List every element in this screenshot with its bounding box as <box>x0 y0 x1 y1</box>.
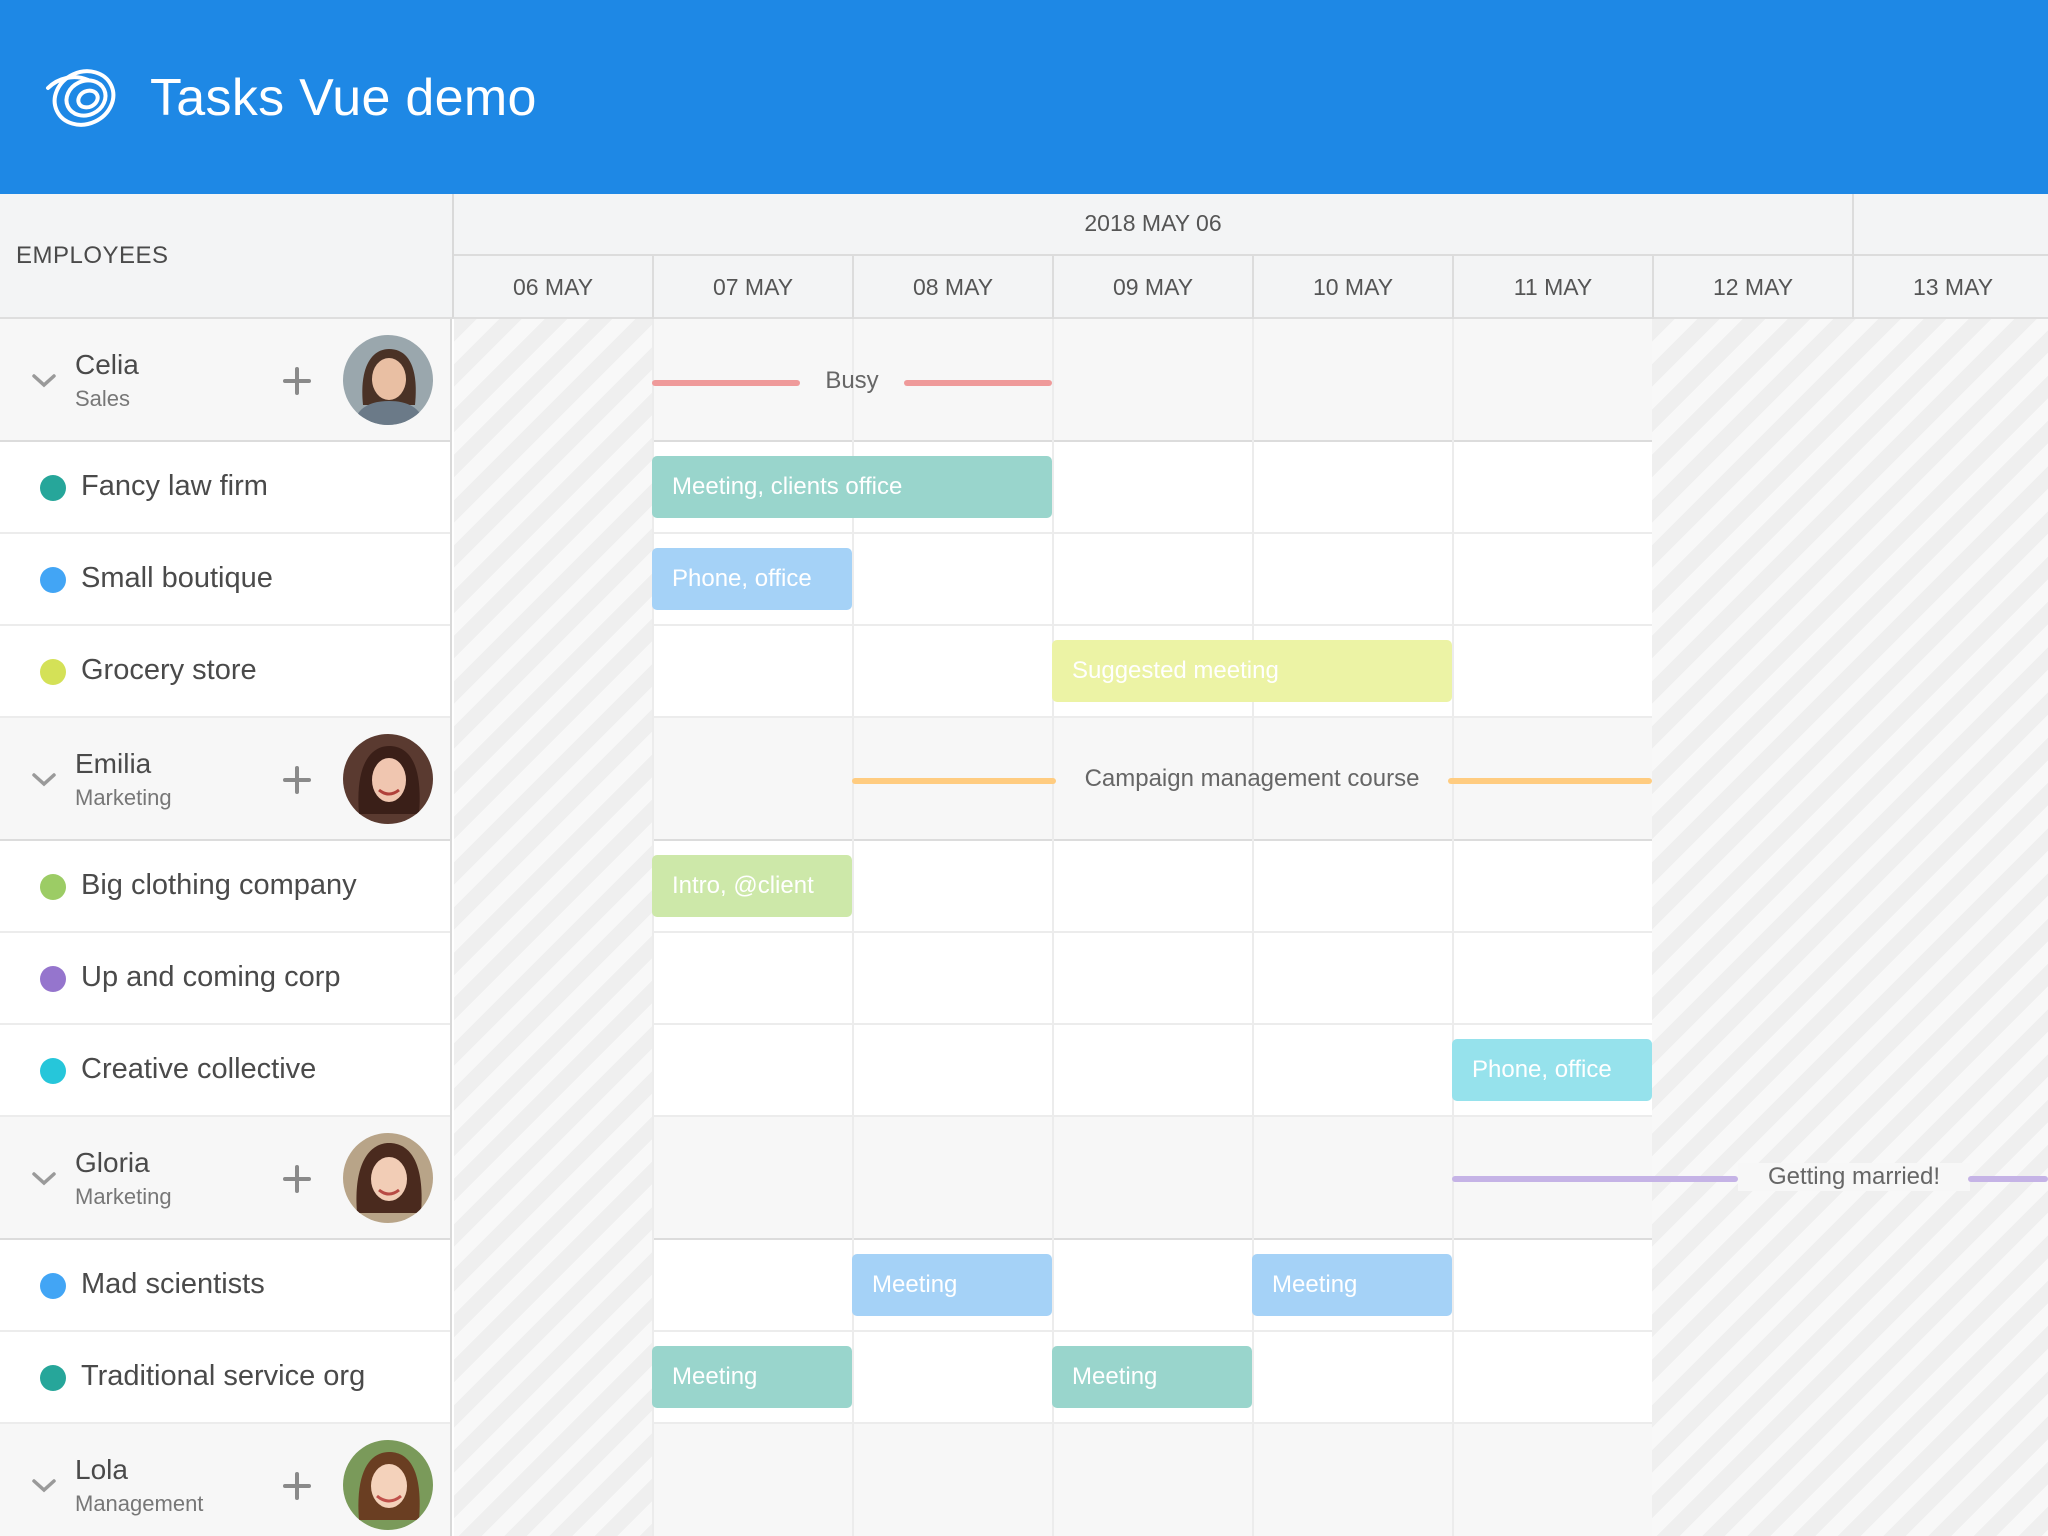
event-suggested-meeting[interactable]: Suggested meeting <box>1052 640 1452 702</box>
app-header: Tasks Vue demo <box>0 0 2048 194</box>
day-header-13[interactable]: 13 MAY <box>1854 256 2048 319</box>
event-phone-office[interactable]: Phone, office <box>652 548 852 610</box>
resource-color-dot <box>40 659 66 685</box>
busy-banner-line[interactable] <box>652 380 800 386</box>
timeline-grid: Busy Meeting, clients office Phone, offi… <box>454 319 2048 1536</box>
timeline-header: 2018 MAY 06 06 MAY 07 MAY 08 MAY 09 MAY … <box>452 194 2048 319</box>
employee-name: Gloria <box>75 1147 150 1178</box>
add-task-icon[interactable] <box>282 1164 312 1194</box>
weekend-shading <box>454 319 652 1536</box>
app-title: Tasks Vue demo <box>150 69 537 127</box>
day-header-row: 06 MAY 07 MAY 08 MAY 09 MAY 10 MAY 11 MA… <box>454 254 2048 319</box>
resource-name: Small boutique <box>81 562 273 594</box>
employee-row-lola[interactable]: Lola Management <box>0 1424 450 1536</box>
event-phone-office[interactable]: Phone, office <box>1452 1039 1652 1101</box>
employee-name: Emilia <box>75 748 152 779</box>
resource-color-dot <box>40 874 66 900</box>
chevron-down-icon[interactable] <box>30 1169 58 1189</box>
employee-role: Sales <box>75 386 131 411</box>
employee-role: Marketing <box>75 1184 172 1209</box>
resource-name: Up and coming corp <box>81 961 341 993</box>
employee-name: Lola <box>75 1454 128 1485</box>
week-label: 2018 MAY 06 <box>1084 210 1222 236</box>
resource-color-dot <box>40 567 66 593</box>
day-header-07[interactable]: 07 MAY <box>654 256 854 319</box>
chevron-down-icon[interactable] <box>30 1476 58 1496</box>
resource-color-dot <box>40 1273 66 1299</box>
resource-color-dot <box>40 1058 66 1084</box>
day-header-10[interactable]: 10 MAY <box>1254 256 1454 319</box>
resource-row[interactable]: Grocery store <box>0 626 450 718</box>
event-meeting[interactable]: Meeting <box>852 1254 1052 1316</box>
married-banner-line[interactable] <box>1452 1176 1738 1182</box>
event-meeting-clients-office[interactable]: Meeting, clients office <box>652 456 1052 518</box>
event-meeting[interactable]: Meeting <box>1052 1346 1252 1408</box>
employee-avatar[interactable] <box>343 335 433 425</box>
employee-row-gloria[interactable]: Gloria Marketing <box>0 1117 450 1240</box>
resource-color-dot <box>40 966 66 992</box>
resource-color-dot <box>40 475 66 501</box>
employee-row-celia[interactable]: Celia Sales <box>0 319 450 442</box>
spiral-logo-icon[interactable] <box>44 58 120 134</box>
resource-name: Grocery store <box>81 654 257 686</box>
employee-role: Marketing <box>75 785 172 810</box>
busy-banner-label[interactable]: Busy <box>800 367 904 395</box>
resource-name: Big clothing company <box>81 869 357 901</box>
married-banner-line[interactable] <box>1968 1176 2048 1182</box>
day-header-06[interactable]: 06 MAY <box>454 256 654 319</box>
resource-name: Creative collective <box>81 1053 317 1085</box>
resource-row[interactable]: Small boutique <box>0 534 450 626</box>
course-banner-line[interactable] <box>1448 778 1652 784</box>
day-header-11[interactable]: 11 MAY <box>1454 256 1654 319</box>
add-task-icon[interactable] <box>282 1471 312 1501</box>
busy-banner-line[interactable] <box>904 380 1052 386</box>
employee-role: Management <box>75 1491 204 1516</box>
chevron-down-icon[interactable] <box>30 770 58 790</box>
add-task-icon[interactable] <box>282 366 312 396</box>
week-divider <box>1852 194 1854 255</box>
event-meeting[interactable]: Meeting <box>652 1346 852 1408</box>
employees-header-label: EMPLOYEES <box>16 242 169 269</box>
resource-row[interactable]: Traditional service org <box>0 1332 450 1424</box>
employee-list: Celia Sales Fancy law firm Small boutiqu… <box>0 319 452 1536</box>
employee-name: Celia <box>75 349 139 380</box>
employee-avatar[interactable] <box>343 1440 433 1530</box>
add-task-icon[interactable] <box>282 765 312 795</box>
married-banner-label[interactable]: Getting married! <box>1738 1163 1970 1191</box>
day-header-12[interactable]: 12 MAY <box>1654 256 1854 319</box>
resource-row[interactable]: Up and coming corp <box>0 933 450 1025</box>
course-banner-line[interactable] <box>852 778 1056 784</box>
event-intro-client[interactable]: Intro, @client <box>652 855 852 917</box>
resource-name: Traditional service org <box>81 1360 366 1392</box>
employees-column-header: EMPLOYEES <box>0 194 452 319</box>
resource-color-dot <box>40 1365 66 1391</box>
day-divider <box>1452 319 1454 1536</box>
employee-avatar[interactable] <box>343 734 433 824</box>
resource-row[interactable]: Big clothing company <box>0 841 450 933</box>
weekend-shading <box>1652 319 2048 1536</box>
course-banner-label[interactable]: Campaign management course <box>1056 765 1448 793</box>
resource-row[interactable]: Creative collective <box>0 1025 450 1117</box>
chevron-down-icon[interactable] <box>30 371 58 391</box>
employee-row-emilia[interactable]: Emilia Marketing <box>0 718 450 841</box>
resource-name: Fancy law firm <box>81 470 268 502</box>
resource-row[interactable]: Fancy law firm <box>0 442 450 534</box>
resource-row[interactable]: Mad scientists <box>0 1240 450 1332</box>
resource-name: Mad scientists <box>81 1268 265 1300</box>
event-meeting[interactable]: Meeting <box>1252 1254 1452 1316</box>
day-divider <box>1252 319 1254 1536</box>
employee-avatar[interactable] <box>343 1133 433 1223</box>
day-header-09[interactable]: 09 MAY <box>1054 256 1254 319</box>
day-header-08[interactable]: 08 MAY <box>854 256 1054 319</box>
